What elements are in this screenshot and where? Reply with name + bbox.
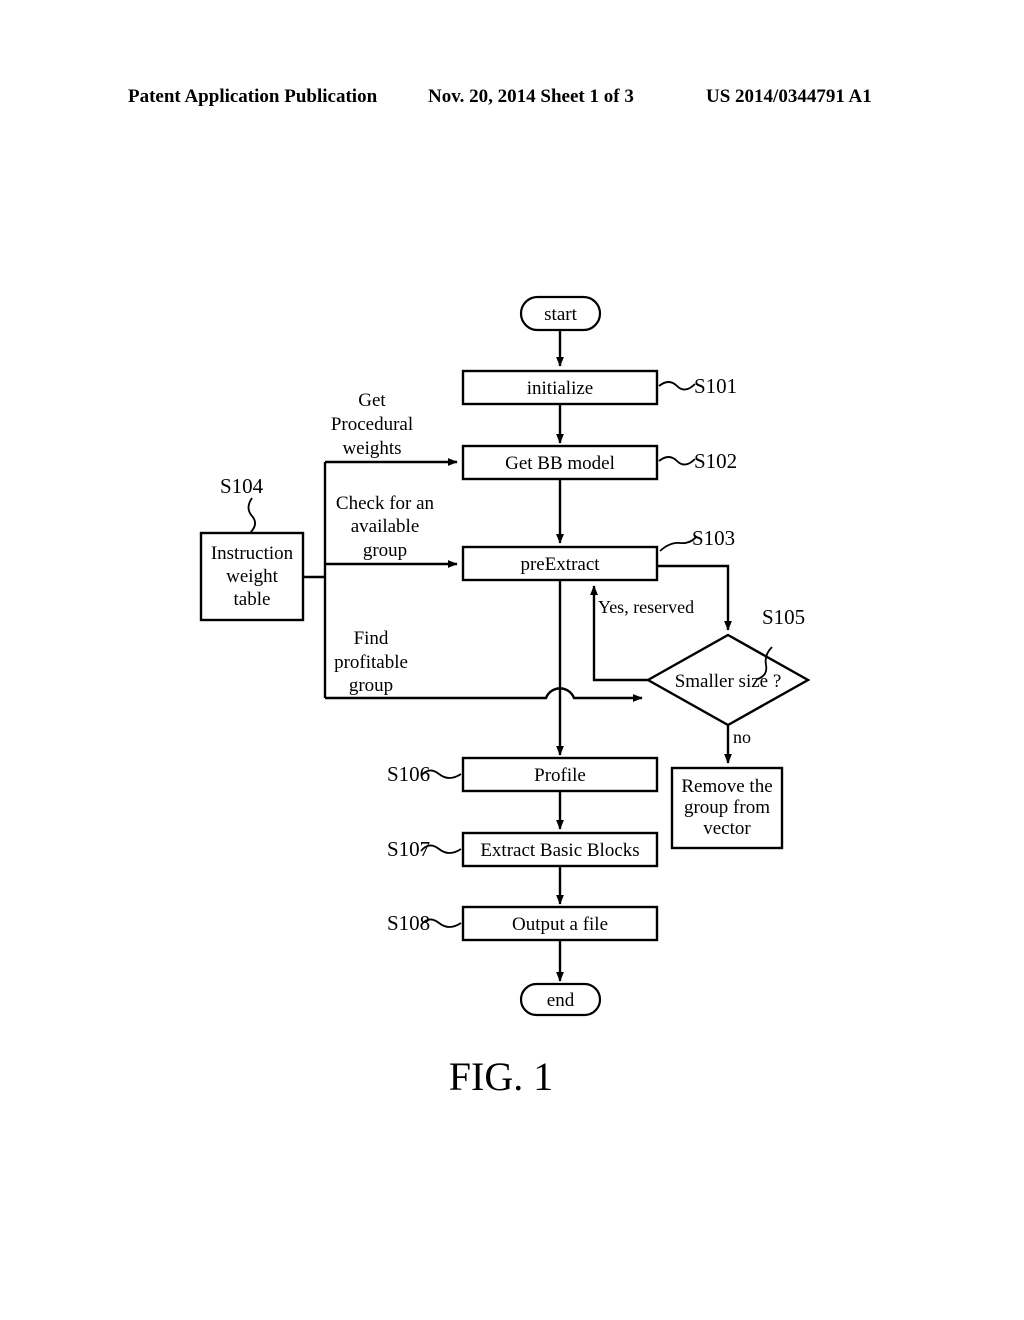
node-remove-group-line2: group from: [684, 797, 770, 818]
node-initialize[interactable]: initialize: [461, 369, 659, 406]
annotation-check-available-group: Check for an available group: [336, 493, 435, 561]
annotation-check-available-group-line3: group: [363, 540, 407, 561]
annotation-find-profitable-group-line2: profitable: [334, 652, 408, 673]
node-smaller-size-decision[interactable]: Smaller size ?: [645, 633, 811, 727]
node-instruction-weight-table-line2: weight: [226, 566, 278, 587]
node-profile[interactable]: Profile: [461, 756, 659, 793]
annotation-check-available-group-line2: available: [351, 516, 420, 537]
node-start-label: start: [544, 304, 577, 325]
node-start[interactable]: start: [519, 295, 602, 332]
node-extract-basic-blocks-label: Extract Basic Blocks: [480, 840, 639, 861]
annotation-get-procedural-weights: Get Procedural weights: [331, 390, 413, 459]
annotation-find-profitable-group: Find profitable group: [334, 628, 408, 696]
annotation-get-procedural-weights-line1: Get: [358, 390, 386, 411]
edge-label-no: no: [733, 727, 751, 747]
patent-figure-page: Patent Application Publication Nov. 20, …: [0, 0, 1024, 1320]
annotation-find-profitable-group-line3: group: [349, 675, 393, 696]
node-get-bb-model[interactable]: Get BB model: [461, 444, 659, 481]
node-remove-group-line3: vector: [703, 818, 751, 839]
reference-label-s107: S107: [387, 837, 430, 861]
reference-leader-s103: S103: [659, 526, 735, 552]
node-remove-group-from-vector[interactable]: Remove the group from vector: [670, 766, 784, 850]
connector-weight-table-trunk: [303, 462, 327, 698]
reference-leader-s101: S101: [658, 374, 737, 398]
reference-label-s103: S103: [692, 526, 735, 550]
node-pre-extract-label: preExtract: [520, 554, 600, 575]
annotation-get-procedural-weights-line2: Procedural: [331, 414, 413, 435]
reference-leader-s107: S107: [387, 837, 462, 861]
annotation-find-profitable-group-line1: Find: [354, 628, 389, 649]
reference-label-s108: S108: [387, 911, 430, 935]
node-extract-basic-blocks[interactable]: Extract Basic Blocks: [461, 831, 659, 868]
reference-label-s106: S106: [387, 762, 430, 786]
node-output-a-file[interactable]: Output a file: [461, 905, 659, 942]
annotation-get-procedural-weights-line3: weights: [342, 438, 401, 459]
node-output-a-file-label: Output a file: [512, 914, 608, 935]
edge-label-no-text: no: [733, 727, 751, 747]
reference-label-s104: S104: [220, 474, 264, 498]
annotation-check-available-group-line1: Check for an: [336, 493, 435, 514]
edge-label-yes-reserved-text: Yes, reserved: [598, 597, 694, 617]
reference-leader-s108: S108: [387, 911, 462, 935]
node-instruction-weight-table-line1: Instruction: [211, 543, 294, 564]
node-profile-label: Profile: [534, 765, 586, 786]
reference-leader-s104: S104: [220, 474, 264, 534]
node-end[interactable]: end: [519, 982, 602, 1017]
edge-label-yes-reserved: Yes, reserved: [598, 597, 694, 617]
node-get-bb-model-label: Get BB model: [505, 453, 615, 474]
reference-leader-s106: S106: [387, 762, 462, 786]
node-instruction-weight-table[interactable]: Instruction weight table: [199, 531, 305, 622]
node-remove-group-line1: Remove the: [681, 776, 772, 797]
reference-label-s101: S101: [694, 374, 737, 398]
reference-label-s105: S105: [762, 605, 805, 629]
node-pre-extract[interactable]: preExtract: [461, 545, 659, 582]
reference-label-s102: S102: [694, 449, 737, 473]
node-end-label: end: [547, 990, 575, 1011]
node-initialize-label: initialize: [527, 378, 593, 399]
node-instruction-weight-table-line3: table: [234, 589, 271, 610]
reference-leader-s102: S102: [658, 449, 737, 473]
flowchart-figure: start initialize S101 Get BB model S102 …: [199, 295, 811, 1099]
figure-caption: FIG. 1: [449, 1054, 553, 1099]
figure-caption-text: FIG. 1: [449, 1054, 553, 1099]
